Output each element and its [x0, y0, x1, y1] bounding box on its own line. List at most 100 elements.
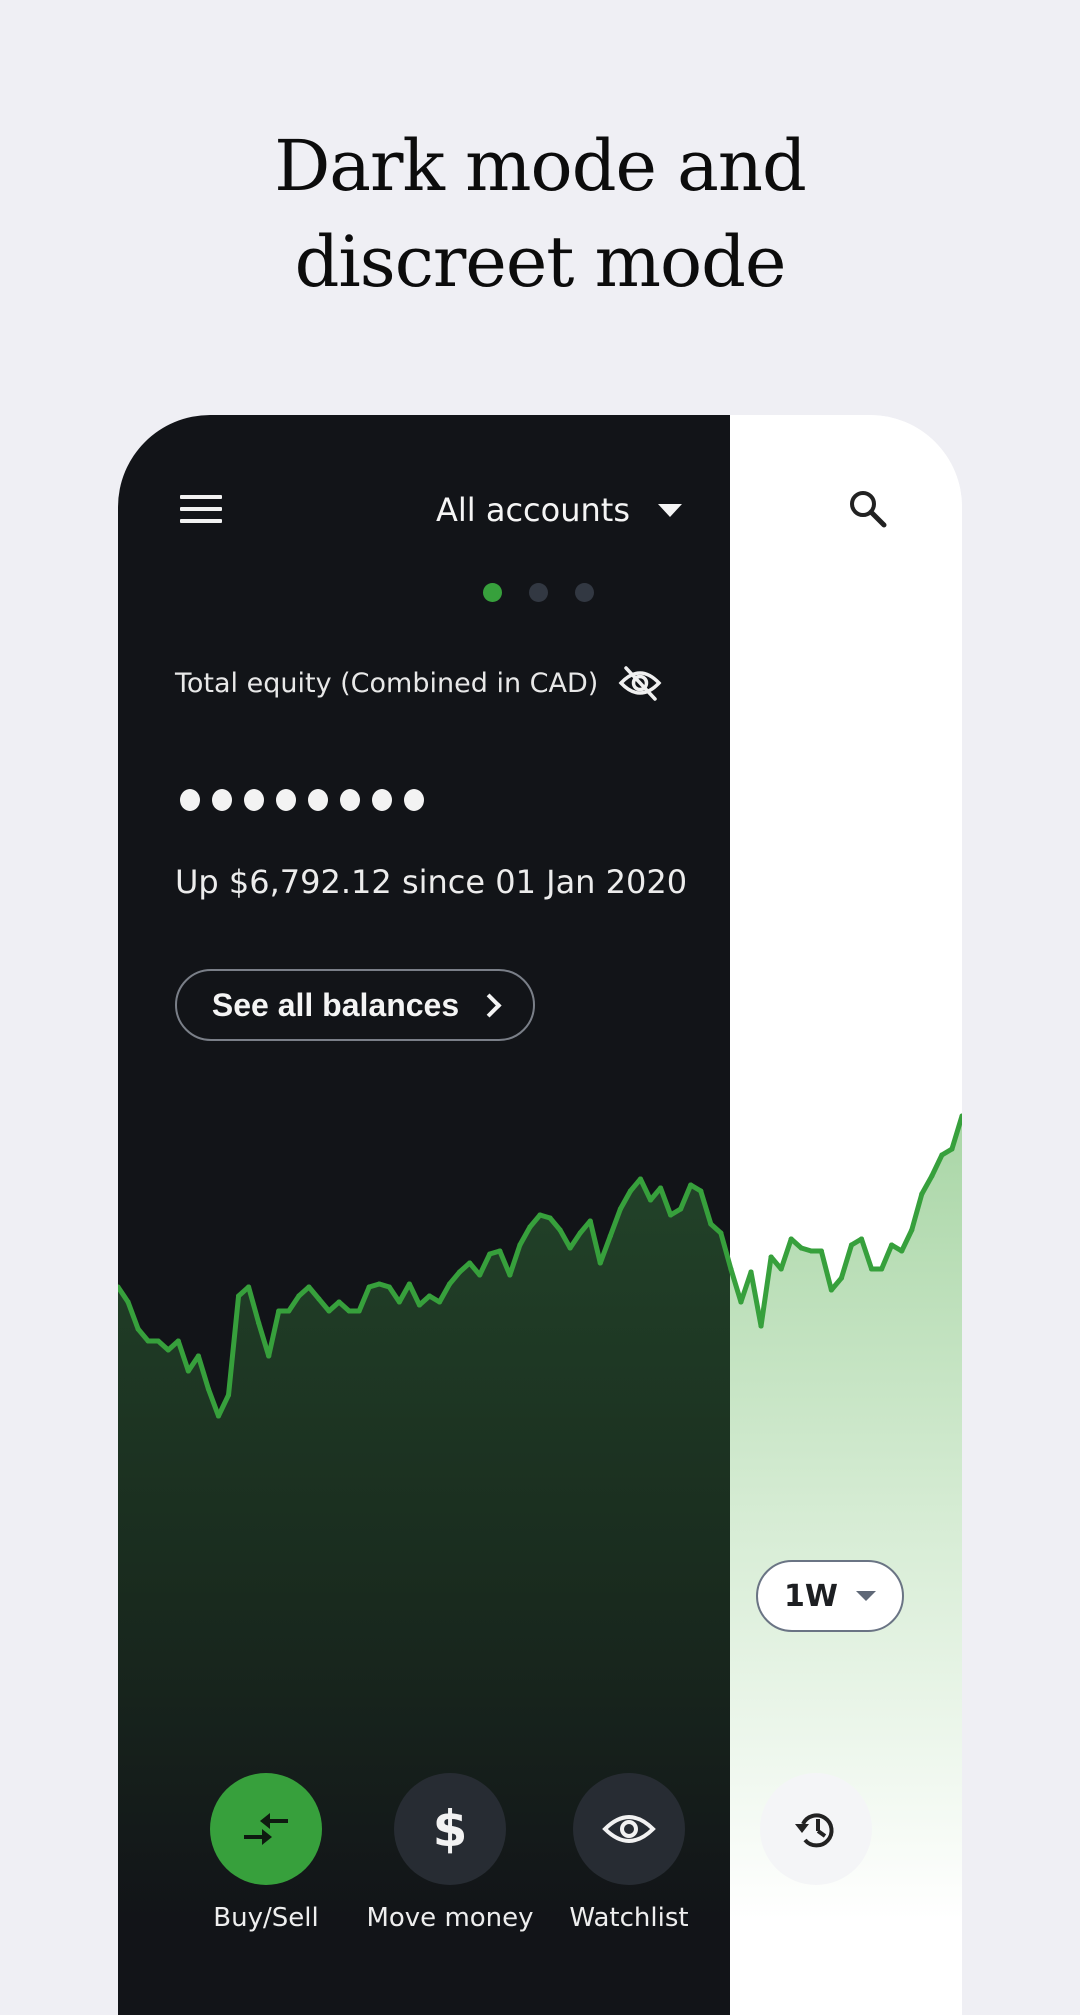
chart-point [316, 1296, 322, 1302]
chart-point [517, 1242, 523, 1248]
chart-point [818, 1248, 824, 1254]
chart-point [447, 1281, 453, 1287]
account-selector[interactable]: All accounts [436, 485, 682, 535]
page-dot-1[interactable] [483, 583, 502, 602]
time-range-value: 1W [784, 1578, 838, 1614]
account-selector-label: All accounts [436, 491, 630, 529]
chart-point [587, 1218, 593, 1224]
swap-arrows-icon [244, 1813, 288, 1845]
chart-point [617, 1206, 623, 1212]
chart-point [185, 1368, 191, 1374]
chart-point [688, 1182, 694, 1188]
chart-point [678, 1206, 684, 1212]
chart-point [939, 1152, 945, 1158]
watchlist-label: Watchlist [569, 1903, 689, 1933]
chart-point [768, 1254, 774, 1260]
time-range-selector[interactable]: 1W [756, 1560, 904, 1632]
chart-point [778, 1266, 784, 1272]
chart-point [507, 1272, 513, 1278]
chart-point [929, 1173, 935, 1179]
chart-point [256, 1320, 262, 1326]
chart-point [416, 1302, 422, 1308]
chart-point [879, 1266, 885, 1272]
chart-point [246, 1284, 252, 1290]
dollar-icon: $ [432, 1800, 468, 1858]
chart-point [889, 1242, 895, 1248]
chart-point [457, 1269, 463, 1275]
chart-point [567, 1245, 573, 1251]
watchlist-button[interactable] [573, 1773, 685, 1885]
chart-point [808, 1248, 814, 1254]
chart-point [426, 1293, 432, 1299]
caret-down-icon [658, 503, 682, 517]
chart-point [195, 1353, 201, 1359]
caret-down-icon [855, 1591, 876, 1601]
chart-point [175, 1338, 181, 1344]
chart-point [286, 1308, 292, 1314]
chart-point [738, 1299, 744, 1305]
chart-point [266, 1353, 272, 1359]
chart-point [527, 1224, 533, 1230]
chart-point [437, 1299, 443, 1305]
see-all-balances-label: See all balances [211, 986, 460, 1023]
buy-sell-label: Buy/Sell [213, 1903, 319, 1933]
chart-point [658, 1185, 664, 1191]
chart-point [125, 1299, 131, 1305]
chart-point [557, 1227, 563, 1233]
equity-label: Total equity (Combined in CAD) [175, 667, 599, 699]
equity-chart [118, 1113, 962, 1920]
move-money-button[interactable]: $ [394, 1773, 506, 1885]
chart-point [627, 1188, 633, 1194]
chart-point [758, 1323, 764, 1329]
chart-point [155, 1338, 161, 1344]
chart-point [226, 1392, 232, 1398]
activity-history-button[interactable] [760, 1773, 872, 1885]
chart-point [467, 1260, 473, 1266]
chart-point [537, 1212, 543, 1218]
chart-point [306, 1284, 312, 1290]
chart-point [668, 1212, 674, 1218]
chart-point [909, 1227, 915, 1233]
gain-since-text: Up $6,792.12 since 01 Jan 2020 [175, 863, 688, 901]
search-icon[interactable] [846, 487, 892, 533]
chevron-right-icon [477, 992, 502, 1018]
chart-point [236, 1293, 242, 1299]
chart-point [648, 1197, 654, 1203]
chart-point [848, 1242, 854, 1248]
chart-point [296, 1293, 302, 1299]
chart-point [326, 1308, 332, 1314]
chart-point [949, 1146, 955, 1152]
chart-point [698, 1188, 704, 1194]
masked-equity-value [180, 789, 424, 811]
chart-point [708, 1221, 714, 1227]
chart-point [607, 1233, 613, 1239]
chart-point [145, 1338, 151, 1344]
chart-point [336, 1299, 342, 1305]
phone-mockup: All accounts Total equity (Combined in C… [118, 415, 962, 2015]
chart-point [728, 1266, 734, 1272]
chart-point [497, 1248, 503, 1254]
see-all-balances-button[interactable]: See all balances [175, 969, 535, 1041]
hamburger-menu-icon[interactable] [180, 495, 222, 525]
chart-point [547, 1215, 553, 1221]
chart-point [346, 1308, 352, 1314]
chart-point [386, 1284, 392, 1290]
eye-off-icon[interactable] [618, 665, 662, 701]
chart-point [788, 1236, 794, 1242]
chart-point [376, 1281, 382, 1287]
eye-icon [602, 1815, 656, 1843]
headline: Dark mode and discreet mode [0, 118, 1080, 310]
page-dot-2[interactable] [529, 583, 548, 602]
equity-label-row: Total equity (Combined in CAD) [175, 665, 662, 701]
chart-point [899, 1248, 905, 1254]
chart-point [135, 1326, 141, 1332]
chart-point [859, 1236, 865, 1242]
move-money-label: Move money [366, 1903, 534, 1933]
chart-point [406, 1281, 412, 1287]
chart-point [487, 1251, 493, 1257]
chart-point [205, 1386, 211, 1392]
buy-sell-button[interactable] [210, 1773, 322, 1885]
chart-point [396, 1299, 402, 1305]
chart-point [798, 1245, 804, 1251]
page-dot-3[interactable] [575, 583, 594, 602]
